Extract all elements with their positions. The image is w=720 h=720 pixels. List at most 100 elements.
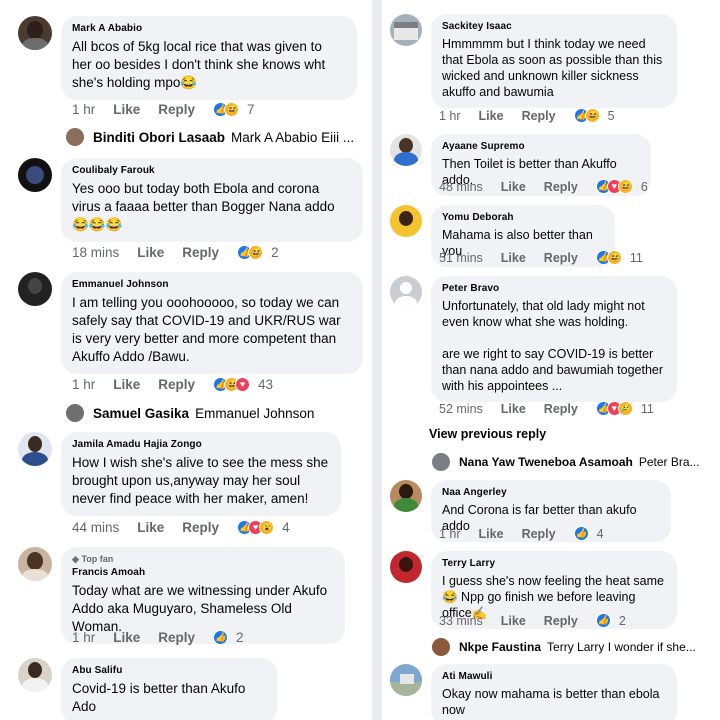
like-button[interactable]: Like (113, 102, 140, 117)
like-button[interactable]: Like (479, 527, 504, 541)
comment-time[interactable]: 48 mins (439, 180, 483, 194)
reply-button[interactable]: Reply (522, 109, 556, 123)
wow-reaction-icon: 😮 (259, 520, 275, 535)
comment-time[interactable]: 44 mins (72, 520, 119, 535)
reactions[interactable]: 👍 😆 (213, 102, 240, 117)
reactions[interactable]: 👍 (213, 630, 229, 645)
comment-time[interactable]: 52 mins (439, 402, 483, 416)
reactions[interactable]: 👍 (595, 613, 611, 628)
avatar[interactable] (390, 14, 422, 46)
avatar[interactable] (18, 432, 52, 466)
reaction-count: 4 (282, 520, 290, 535)
comment-actions: 48 mins Like Reply 👍 ♥ 😆 6 (439, 179, 648, 194)
avatar[interactable] (390, 480, 422, 512)
reply-button[interactable]: Reply (544, 614, 578, 628)
like-button[interactable]: Like (501, 402, 526, 416)
reply-button[interactable]: Reply (522, 527, 556, 541)
avatar[interactable] (390, 551, 422, 583)
commenter-name[interactable]: Ayaane Supremo (442, 141, 639, 152)
comment-bubble: Abu Salifu Covid-19 is better than Akufo… (61, 658, 277, 720)
like-button[interactable]: Like (113, 630, 140, 645)
reply-preview[interactable]: Nana Yaw Tweneboa Asamoah Peter Bra... (432, 453, 700, 471)
reply-button[interactable]: Reply (544, 251, 578, 265)
like-button[interactable]: Like (113, 377, 140, 392)
commenter-name[interactable]: Coulibaly Farouk (72, 165, 351, 176)
reply-preview[interactable]: Binditi Obori Lasaab Mark A Ababio Eiii … (66, 128, 354, 146)
commenter-name[interactable]: Yomu Deborah (442, 212, 603, 223)
comment-time[interactable]: 1 hr (72, 630, 95, 645)
avatar[interactable] (18, 158, 52, 192)
comment-time[interactable]: 33 mins (439, 614, 483, 628)
reply-author[interactable]: Nana Yaw Tweneboa Asamoah (459, 455, 633, 469)
comment-actions: 1 hr Like Reply 👍 😆 5 (439, 108, 615, 123)
comment: Sackitey Isaac Hmmmmm but I think today … (390, 14, 677, 108)
comment-time[interactable]: 1 hr (439, 527, 461, 541)
comment-actions: 1 hr Like Reply 👍 2 (72, 630, 244, 645)
like-button[interactable]: Like (501, 180, 526, 194)
reactions[interactable]: 👍 😆 ♥ (213, 377, 251, 392)
comment-text-continued: are we right to say COVID-19 is better t… (442, 347, 664, 393)
comment-time[interactable]: 1 hr (72, 102, 95, 117)
comment-bubble: Mark A Ababio All bcos of 5kg local rice… (61, 16, 357, 100)
like-button[interactable]: Like (137, 520, 164, 535)
commenter-name[interactable]: Abu Salifu (72, 665, 265, 676)
like-button[interactable]: Like (137, 245, 164, 260)
reactions[interactable]: 👍 😆 (595, 250, 622, 265)
reactions[interactable]: 👍 😆 (237, 245, 264, 260)
comment: Coulibaly Farouk Yes ooo but today both … (18, 158, 363, 242)
reply-button[interactable]: Reply (544, 180, 578, 194)
avatar[interactable] (390, 134, 422, 166)
like-reaction-icon: 👍 (595, 613, 611, 628)
reply-button[interactable]: Reply (158, 102, 195, 117)
comment-time[interactable]: 18 mins (72, 245, 119, 260)
like-button[interactable]: Like (479, 109, 504, 123)
haha-reaction-icon: 😆 (617, 179, 633, 194)
comment-time[interactable]: 1 hr (439, 109, 461, 123)
reactions[interactable]: 👍 ♥ 😢 (595, 401, 633, 416)
avatar[interactable] (18, 658, 52, 692)
commenter-name[interactable]: Francis Amoah (72, 567, 333, 578)
reaction-count: 43 (258, 377, 274, 392)
commenter-name[interactable]: Mark A Ababio (72, 23, 345, 34)
avatar[interactable] (390, 664, 422, 696)
reactions[interactable]: 👍 😆 (573, 108, 600, 123)
comment-bubble: Emmanuel Johnson I am telling you ooohoo… (61, 272, 363, 374)
reply-author[interactable]: Binditi Obori Lasaab (93, 130, 225, 145)
reactions[interactable]: 👍 (573, 526, 589, 541)
commenter-name[interactable]: Peter Bravo (442, 283, 665, 294)
comment-time[interactable]: 51 mins (439, 251, 483, 265)
default-avatar-icon[interactable] (390, 276, 422, 308)
reply-preview[interactable]: Nkpe Faustina Terry Larry I wonder if sh… (432, 638, 696, 656)
avatar[interactable] (390, 205, 422, 237)
reply-button[interactable]: Reply (544, 402, 578, 416)
avatar[interactable] (18, 16, 52, 50)
reply-button[interactable]: Reply (182, 520, 219, 535)
reply-button[interactable]: Reply (182, 245, 219, 260)
like-button[interactable]: Like (501, 251, 526, 265)
comment: Jamila Amadu Hajia Zongo How I wish she'… (18, 432, 341, 516)
reply-author[interactable]: Samuel Gasika (93, 406, 189, 421)
reactions[interactable]: 👍 ♥ 😮 (237, 520, 275, 535)
comment-text: How I wish she's alive to see the mess s… (72, 455, 329, 506)
commenter-name[interactable]: Sackitey Isaac (442, 21, 665, 32)
like-reaction-icon: 👍 (573, 526, 589, 541)
commenter-name[interactable]: Jamila Amadu Hajia Zongo (72, 439, 329, 450)
reaction-count: 2 (618, 613, 626, 628)
reply-button[interactable]: Reply (158, 630, 195, 645)
commenter-name[interactable]: Naa Angerley (442, 487, 659, 498)
reactions[interactable]: 👍 ♥ 😆 (595, 179, 633, 194)
reply-author[interactable]: Nkpe Faustina (459, 640, 541, 654)
avatar (432, 453, 450, 471)
like-button[interactable]: Like (501, 614, 526, 628)
commenter-name[interactable]: Emmanuel Johnson (72, 279, 351, 290)
view-previous-reply-link[interactable]: View previous reply (429, 427, 546, 441)
comment: Emmanuel Johnson I am telling you ooohoo… (18, 272, 363, 374)
reply-button[interactable]: Reply (158, 377, 195, 392)
comment-time[interactable]: 1 hr (72, 377, 95, 392)
commenter-name[interactable]: Ati Mawuli (442, 671, 665, 682)
commenter-name[interactable]: Terry Larry (442, 558, 665, 569)
avatar[interactable] (18, 547, 52, 581)
reply-preview[interactable]: Samuel Gasika Emmanuel Johnson (66, 404, 314, 422)
avatar[interactable] (18, 272, 52, 306)
avatar (66, 404, 84, 422)
